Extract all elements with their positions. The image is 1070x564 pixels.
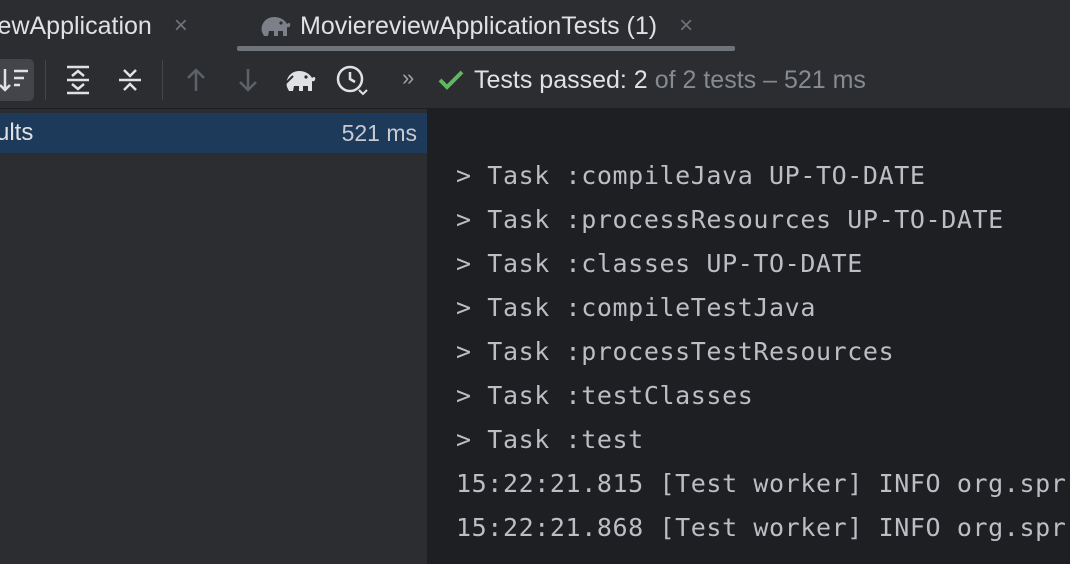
more-actions-icon[interactable]: » xyxy=(402,65,414,91)
previous-failed-button[interactable] xyxy=(176,59,216,101)
run-tool-window: iewApplication × MoviereviewApplicationT… xyxy=(0,0,1070,564)
tab-application-tests[interactable]: MoviereviewApplicationTests (1) × xyxy=(258,0,693,52)
test-results-label: ults xyxy=(0,119,34,146)
toolbar-separator xyxy=(162,60,163,100)
close-icon[interactable]: × xyxy=(174,12,188,40)
test-results-root-row[interactable]: ults 521 ms xyxy=(0,113,427,153)
expand-all-icon xyxy=(64,65,92,95)
arrow-down-icon xyxy=(236,66,260,94)
test-history-button[interactable] xyxy=(332,59,372,101)
history-icon xyxy=(335,64,369,96)
collapse-all-button[interactable] xyxy=(110,59,150,101)
check-icon xyxy=(438,69,464,91)
sort-button[interactable] xyxy=(0,59,34,101)
tests-passed-label: Tests passed: 2 xyxy=(474,65,648,94)
tab-label: MoviereviewApplicationTests (1) xyxy=(300,11,658,40)
collapse-all-icon xyxy=(116,65,144,95)
console-line: > Task :testClasses xyxy=(456,381,754,410)
console-line: > Task :classes UP-TO-DATE xyxy=(456,249,863,278)
test-tree-panel: ults 521 ms xyxy=(0,109,427,564)
gradle-elephant-icon xyxy=(283,65,317,95)
console-line: 15:22:21.815 [Test worker] INFO org.spr xyxy=(456,469,1067,498)
test-toolbar: » Tests passed: 2 of 2 tests – 521 ms xyxy=(0,52,1070,109)
toolbar-separator xyxy=(45,60,46,100)
console-line: > Task :processTestResources xyxy=(456,337,895,366)
sort-icon xyxy=(0,66,30,94)
console-line: > Task :compileTestJava xyxy=(456,293,816,322)
expand-all-button[interactable] xyxy=(58,59,98,101)
tab-label: iewApplication xyxy=(0,11,152,40)
arrow-up-icon xyxy=(184,66,208,94)
console-line: 15:22:21.868 [Test worker] INFO org.spr xyxy=(456,513,1067,542)
tab-application[interactable]: iewApplication × xyxy=(0,0,188,52)
tab-bar: iewApplication × MoviereviewApplicationT… xyxy=(0,0,1070,53)
close-icon[interactable]: × xyxy=(679,12,693,40)
test-duration: 521 ms xyxy=(341,119,417,146)
console-line: > Task :processResources UP-TO-DATE xyxy=(456,205,1004,234)
next-failed-button[interactable] xyxy=(228,59,268,101)
console-output[interactable]: > Task :compileJava UP-TO-DATE > Task :p… xyxy=(431,109,1070,564)
console-line: > Task :compileJava UP-TO-DATE xyxy=(456,161,926,190)
tests-summary-label: of 2 tests – 521 ms xyxy=(654,65,866,94)
test-status: Tests passed: 2 of 2 tests – 521 ms xyxy=(438,52,866,108)
gradle-elephant-icon xyxy=(258,12,292,40)
gradle-rerun-button[interactable] xyxy=(280,59,320,101)
active-tab-indicator xyxy=(237,46,735,51)
console-line: > Task :test xyxy=(456,425,644,454)
